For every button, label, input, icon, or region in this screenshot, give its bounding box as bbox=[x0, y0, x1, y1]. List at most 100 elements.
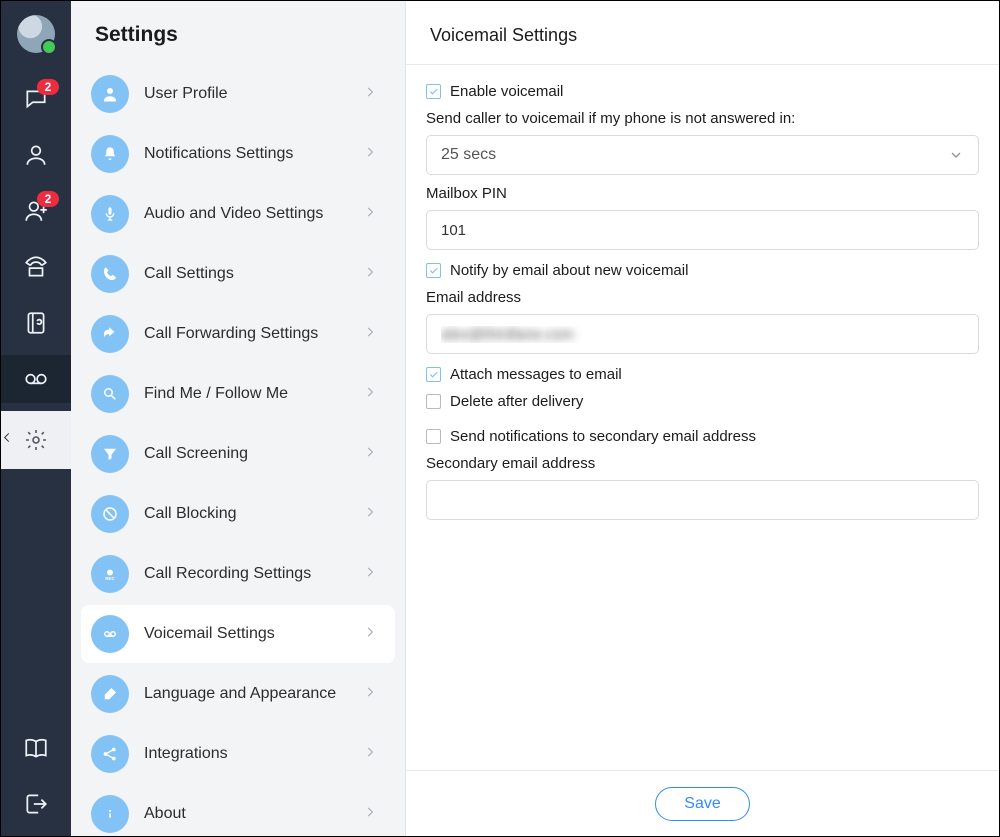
settings-item-label: Call Screening bbox=[144, 445, 363, 463]
settings-title: Settings bbox=[71, 1, 405, 65]
settings-item-label: Language and Appearance bbox=[144, 685, 363, 703]
enable-voicemail-checkbox[interactable]: Enable voicemail bbox=[426, 83, 979, 100]
svg-text:REC: REC bbox=[105, 576, 115, 581]
rail-chat[interactable]: 2 bbox=[1, 75, 71, 123]
attach-messages-checkbox[interactable]: Attach messages to email bbox=[426, 366, 979, 383]
rail-chat-badge: 2 bbox=[37, 79, 59, 95]
chevron-right-icon bbox=[363, 505, 377, 524]
settings-item-label: Integrations bbox=[144, 745, 363, 763]
chevron-right-icon bbox=[363, 145, 377, 164]
settings-item-label: Call Settings bbox=[144, 265, 363, 283]
settings-item-audio-video[interactable]: Audio and Video Settings bbox=[81, 185, 395, 243]
send-after-select[interactable]: 25 secs bbox=[426, 135, 979, 175]
secondary-notify-checkbox[interactable]: Send notifications to secondary email ad… bbox=[426, 428, 979, 445]
settings-item-call-forwarding[interactable]: Call Forwarding Settings bbox=[81, 305, 395, 363]
checkbox-icon bbox=[426, 429, 441, 444]
rail-contacts-badge: 2 bbox=[37, 191, 59, 207]
settings-item-call-recording[interactable]: REC Call Recording Settings bbox=[81, 545, 395, 603]
checkbox-icon bbox=[426, 263, 441, 278]
chevron-right-icon bbox=[363, 85, 377, 104]
secondary-notify-label: Send notifications to secondary email ad… bbox=[450, 428, 756, 445]
record-icon: REC bbox=[91, 555, 129, 593]
mailbox-pin-label: Mailbox PIN bbox=[426, 185, 979, 202]
icon-rail: 2 2 bbox=[1, 1, 71, 836]
search-icon bbox=[91, 375, 129, 413]
avatar[interactable] bbox=[17, 15, 55, 53]
email-label: Email address bbox=[426, 289, 979, 306]
attach-messages-label: Attach messages to email bbox=[450, 366, 622, 383]
rail-voicemail[interactable] bbox=[1, 355, 71, 403]
rail-dialpad[interactable] bbox=[1, 243, 71, 291]
secondary-email-input[interactable] bbox=[426, 480, 979, 520]
rail-settings[interactable] bbox=[1, 411, 71, 469]
secondary-email-label: Secondary email address bbox=[426, 455, 979, 472]
chevron-left-icon bbox=[0, 431, 14, 450]
settings-item-label: Notifications Settings bbox=[144, 145, 363, 163]
settings-list: Settings User Profile Notifications Sett… bbox=[71, 1, 406, 836]
notify-email-checkbox[interactable]: Notify by email about new voicemail bbox=[426, 262, 979, 279]
settings-item-label: Find Me / Follow Me bbox=[144, 385, 363, 403]
email-input[interactable] bbox=[426, 314, 979, 354]
settings-item-label: User Profile bbox=[144, 85, 363, 103]
chevron-right-icon bbox=[363, 445, 377, 464]
chevron-right-icon bbox=[363, 205, 377, 224]
address-book-icon bbox=[23, 310, 49, 336]
settings-item-language[interactable]: Language and Appearance bbox=[81, 665, 395, 723]
bell-icon bbox=[91, 135, 129, 173]
settings-item-user-profile[interactable]: User Profile bbox=[81, 65, 395, 123]
settings-item-notifications[interactable]: Notifications Settings bbox=[81, 125, 395, 183]
chevron-right-icon bbox=[363, 685, 377, 704]
panel-footer: Save bbox=[406, 770, 999, 836]
settings-item-voicemail[interactable]: Voicemail Settings bbox=[81, 605, 395, 663]
funnel-icon bbox=[91, 435, 129, 473]
settings-item-call-screening[interactable]: Call Screening bbox=[81, 425, 395, 483]
enable-voicemail-label: Enable voicemail bbox=[450, 83, 563, 100]
rail-docs[interactable] bbox=[1, 724, 71, 772]
microphone-icon bbox=[91, 195, 129, 233]
settings-item-find-me[interactable]: Find Me / Follow Me bbox=[81, 365, 395, 423]
voicemail-icon bbox=[91, 615, 129, 653]
chevron-right-icon bbox=[363, 265, 377, 284]
block-icon bbox=[91, 495, 129, 533]
settings-item-label: Call Forwarding Settings bbox=[144, 325, 363, 343]
delete-after-label: Delete after delivery bbox=[450, 393, 583, 410]
checkbox-icon bbox=[426, 394, 441, 409]
chevron-right-icon bbox=[363, 565, 377, 584]
settings-item-label: Voicemail Settings bbox=[144, 625, 363, 643]
settings-item-about[interactable]: About bbox=[81, 785, 395, 836]
voicemail-icon bbox=[23, 366, 49, 392]
share-icon bbox=[91, 735, 129, 773]
delete-after-checkbox[interactable]: Delete after delivery bbox=[426, 393, 979, 410]
settings-item-label: Call Recording Settings bbox=[144, 565, 363, 583]
user-icon bbox=[91, 75, 129, 113]
forward-icon bbox=[91, 315, 129, 353]
settings-item-call-blocking[interactable]: Call Blocking bbox=[81, 485, 395, 543]
person-icon bbox=[23, 142, 49, 168]
rail-profile[interactable] bbox=[1, 131, 71, 179]
checkbox-icon bbox=[426, 84, 441, 99]
send-after-label: Send caller to voicemail if my phone is … bbox=[426, 110, 979, 127]
phone-icon bbox=[91, 255, 129, 293]
settings-item-call[interactable]: Call Settings bbox=[81, 245, 395, 303]
settings-item-label: About bbox=[144, 805, 363, 823]
panel-title: Voicemail Settings bbox=[406, 1, 999, 65]
settings-item-label: Call Blocking bbox=[144, 505, 363, 523]
panel-body: Enable voicemail Send caller to voicemai… bbox=[406, 65, 999, 770]
save-button[interactable]: Save bbox=[655, 787, 749, 821]
checkbox-icon bbox=[426, 367, 441, 382]
mailbox-pin-input[interactable] bbox=[426, 210, 979, 250]
chevron-down-icon bbox=[948, 147, 964, 163]
rail-logout[interactable] bbox=[1, 780, 71, 828]
chevron-right-icon bbox=[363, 325, 377, 344]
chevron-right-icon bbox=[363, 385, 377, 404]
chevron-right-icon bbox=[363, 745, 377, 764]
book-icon bbox=[23, 735, 49, 761]
rail-contacts[interactable]: 2 bbox=[1, 187, 71, 235]
rail-directory[interactable] bbox=[1, 299, 71, 347]
settings-item-label: Audio and Video Settings bbox=[144, 205, 363, 223]
info-icon bbox=[91, 795, 129, 833]
gear-icon bbox=[24, 428, 48, 452]
send-after-value: 25 secs bbox=[441, 146, 496, 164]
settings-item-integrations[interactable]: Integrations bbox=[81, 725, 395, 783]
logout-icon bbox=[23, 791, 49, 817]
